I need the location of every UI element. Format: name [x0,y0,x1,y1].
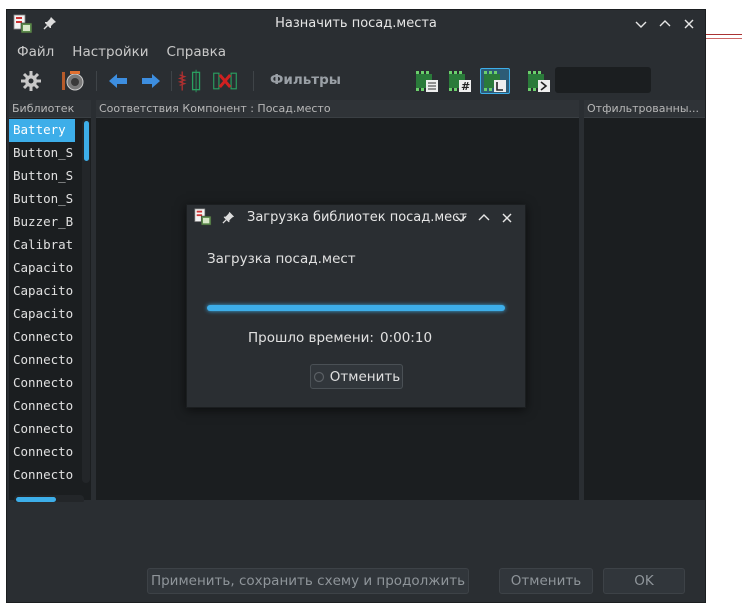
library-item[interactable]: Connecto [9,441,75,464]
library-item[interactable]: Connecto [9,464,75,487]
close-icon [502,213,512,223]
library-item[interactable]: Capacito [9,280,75,303]
filter-by-pin-count-button[interactable]: # [447,68,473,94]
library-item[interactable]: Button_S [9,165,75,188]
library-item[interactable]: Connecto [9,418,75,441]
loading-message: Загрузка посад.мест [207,251,356,267]
app-icon [194,208,212,226]
gear-icon [21,71,41,91]
dialog-title: Загрузка библиотек посад.мест [247,210,467,225]
elapsed-time: Прошло времени: 0:00:10 [248,330,432,346]
settings-button[interactable] [18,68,44,94]
arrow-left-icon [109,74,127,88]
elapsed-label: Прошло времени: [248,330,374,346]
background-line [706,34,742,35]
menu-file[interactable]: Файл [17,44,54,60]
next-button[interactable] [138,68,164,94]
dialog-minimize-button[interactable] [451,208,471,228]
menu-help[interactable]: Справка [167,44,226,60]
ok-button[interactable]: OK [603,568,685,594]
filter-by-keywords-button[interactable] [414,68,440,94]
pin-icon[interactable] [222,211,235,224]
dialog-cancel-button[interactable]: Отменить [310,364,403,389]
delete-associations-button[interactable] [212,68,238,94]
library-item[interactable]: Capacito [9,257,75,280]
dialog-close-button[interactable] [497,208,517,228]
chevron-down-icon [455,215,467,222]
library-item[interactable]: Connecto [9,349,75,372]
library-vertical-scrollbar[interactable] [84,121,89,161]
menu-settings[interactable]: Настройки [72,44,148,60]
filtered-footprints-header: Отфильтрованны... [584,100,705,118]
libraries-pane: Библиотек Battery Button_S Button_S Button_… [9,100,91,504]
libraries-header: Библиотек [9,100,91,118]
library-item[interactable]: Button_S [9,188,75,211]
library-item[interactable]: Button_S [9,142,75,165]
filter-pin-count-icon: # [449,71,471,93]
chevron-up-icon [478,214,490,221]
library-item[interactable]: Calibrat [9,234,75,257]
library-list: Battery Button_S Button_S Button_S Buzzer_B C… [9,118,91,487]
filtered-footprints-pane: Отфильтрованны... [584,100,705,500]
filter-library-icon [484,71,506,92]
filter-text-input[interactable] [555,67,651,93]
library-item[interactable]: Battery [9,119,75,142]
library-item[interactable]: Buzzer_B [9,211,75,234]
filter-by-library-button[interactable] [480,68,510,94]
view-footprint-button[interactable] [60,68,86,94]
dialog-maximize-button[interactable] [474,208,494,228]
menubar: Файл Настройки Справка [7,39,705,65]
toolbar: Фильтры # [7,65,705,97]
arrow-right-icon [142,74,160,88]
chevron-up-icon [659,20,671,27]
apply-save-continue-button[interactable]: Применить, сохранить схему и продолжить [147,568,469,594]
components-header: Соответствия Компонент : Посад.место [96,100,579,118]
window-titlebar: Назначить посад.места [7,10,705,39]
library-item[interactable]: Capacito [9,303,75,326]
filters-label: Фильтры [270,72,341,88]
loading-dialog: Загрузка библиотек посад.мест Загрузка п… [186,204,526,408]
library-item[interactable]: Connecto [9,395,75,418]
svg-text:#: # [461,80,470,93]
library-item[interactable]: Connecto [9,372,75,395]
maximize-button[interactable] [655,14,675,34]
dialog-cancel-label: Отменить [329,368,401,385]
library-item[interactable]: Connecto [9,326,75,349]
delete-associations-icon [213,72,237,90]
library-vertical-scrolltrack[interactable] [82,119,90,483]
camera-icon [62,71,84,91]
close-button[interactable] [679,14,699,34]
previous-button[interactable] [105,68,131,94]
elapsed-value: 0:00:10 [379,330,433,346]
dialog-titlebar: Загрузка библиотек посад.мест [187,205,525,231]
chevron-down-icon [635,21,647,28]
progress-bar [207,305,505,311]
cancel-icon [313,371,324,382]
window-title: Назначить посад.места [275,16,437,31]
filter-display-button[interactable] [526,68,552,94]
background-line [706,38,742,39]
filter-keywords-icon [416,71,438,92]
auto-associate-button[interactable] [177,68,203,94]
bottom-bar: Применить, сохранить схему и продолжить … [7,502,705,602]
close-icon [684,19,694,29]
filter-display-icon [528,71,550,92]
auto-associate-icon [177,69,201,93]
progress-bar-fill [207,305,505,311]
minimize-button[interactable] [631,14,651,34]
cancel-button[interactable]: Отменить [499,568,593,594]
